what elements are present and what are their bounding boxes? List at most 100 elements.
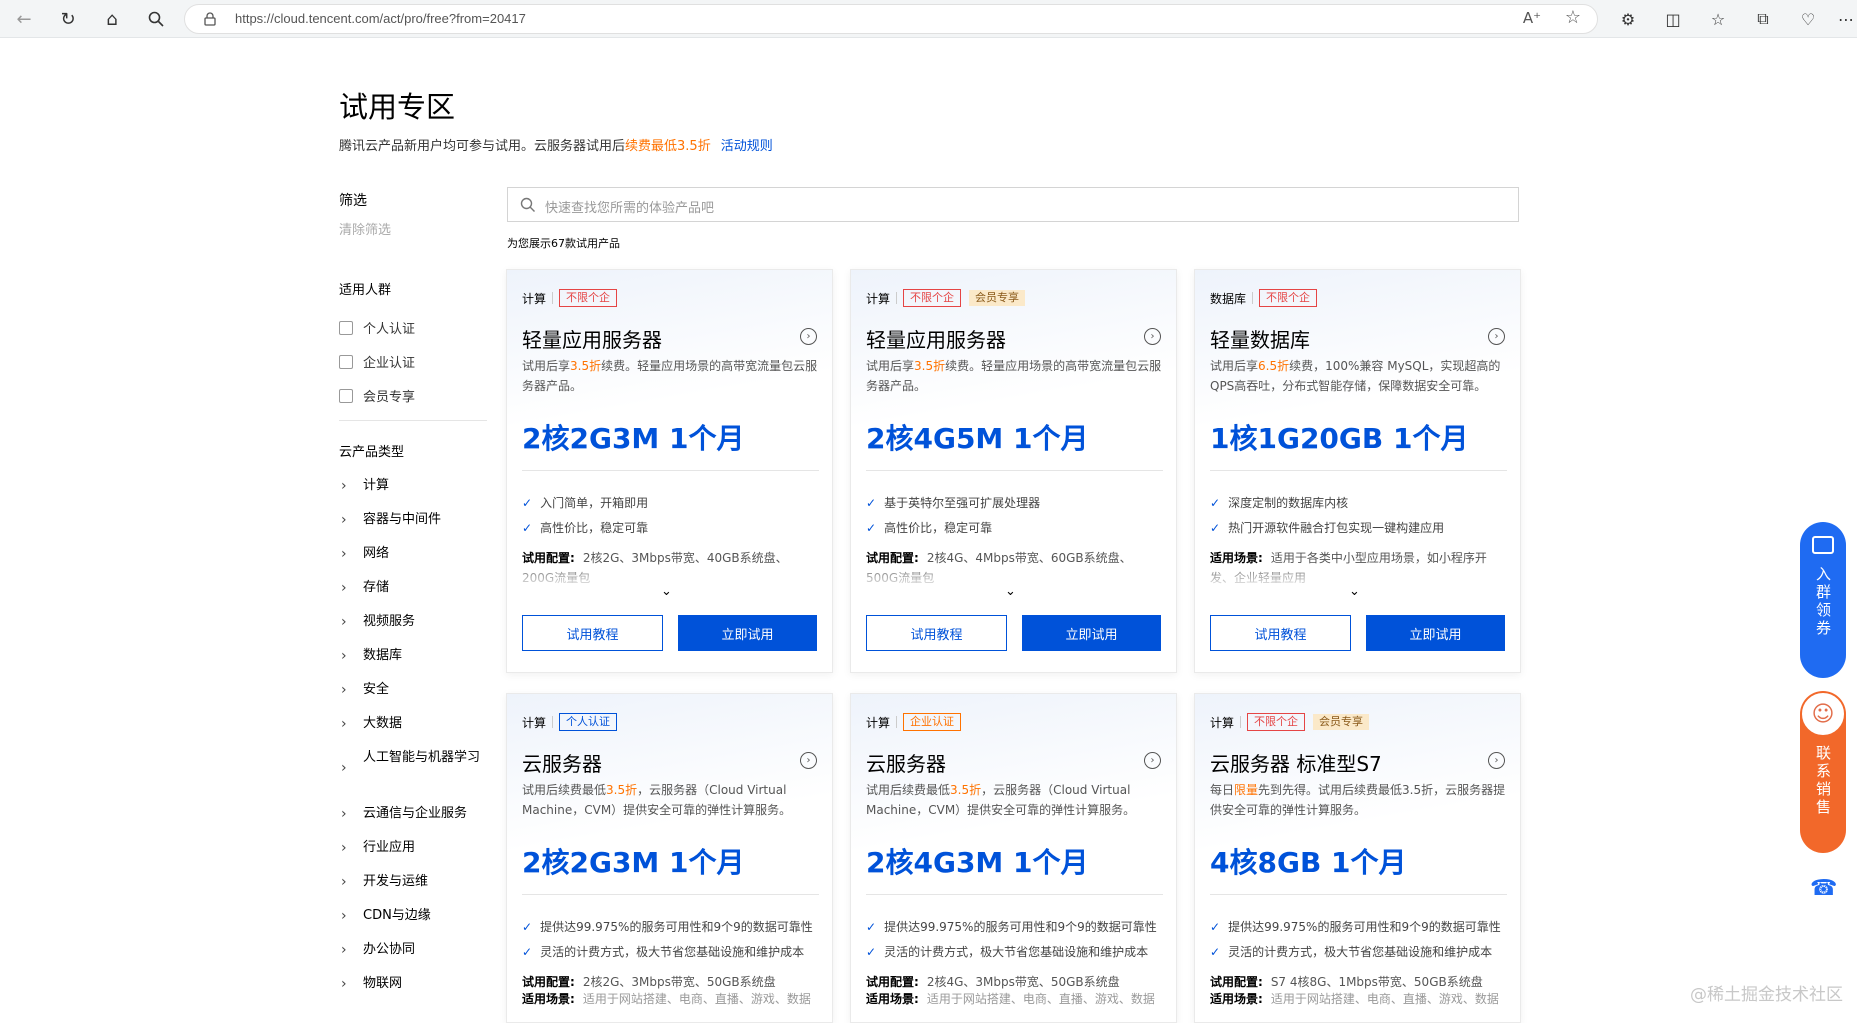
tag-badge: 不限个企 — [1259, 289, 1318, 307]
product-card[interactable]: 计算 不限个企 会员专享 云服务器 标准型S7 › 每日限量先到先得。试用后续费… — [1194, 693, 1521, 1023]
rules-link[interactable]: 活动规则 — [721, 139, 773, 154]
home-icon[interactable]: ⌂ — [99, 6, 125, 32]
watermark: @稀土掘金技术社区 — [1690, 985, 1843, 1005]
feature-item: ✓ 灵活的计费方式，极大节省您基础设施和维护成本 — [522, 944, 805, 960]
product-search-input[interactable]: 快速查找您所需的体验产品吧 — [507, 187, 1519, 222]
favorites-icon[interactable]: ☆ — [1707, 8, 1729, 30]
check-icon: ✓ — [866, 919, 877, 934]
product-card[interactable]: 计算 不限个企 轻量应用服务器 › 试用后享3.5折续费。轻量应用场景的高带宽流… — [506, 269, 833, 673]
category-item[interactable]: › 数据库 — [341, 646, 493, 666]
arrow-right-circle-icon[interactable]: › — [800, 328, 817, 345]
contact-sales-button[interactable]: ☺ 联系销售 — [1800, 691, 1846, 853]
checkbox-icon[interactable] — [339, 388, 353, 403]
chevron-down-icon[interactable]: ⌄ — [1349, 584, 1360, 599]
check-icon: ✓ — [522, 944, 533, 959]
check-icon: ✓ — [522, 520, 533, 535]
headset-icon[interactable]: ☎ — [1810, 876, 1837, 902]
feature-item: ✓ 灵活的计费方式，极大节省您基础设施和维护成本 — [1210, 944, 1493, 960]
category-item[interactable]: › 开发与运维 — [341, 872, 493, 892]
arrow-right-circle-icon[interactable]: › — [800, 752, 817, 769]
tag-badge: 不限个企 — [1247, 713, 1306, 731]
filter-divider — [339, 420, 487, 421]
card-tags: 计算 企业认证 — [866, 713, 969, 731]
audience-member-checkbox[interactable]: 会员专享 — [339, 386, 415, 405]
search-icon[interactable] — [143, 6, 169, 32]
product-name[interactable]: 云服务器 — [522, 748, 602, 777]
collections-icon[interactable]: ⧉ — [1752, 8, 1774, 30]
audience-personal-checkbox[interactable]: 个人认证 — [339, 318, 415, 337]
category-item[interactable]: › 行业应用 — [341, 838, 493, 858]
tutorial-button[interactable]: 试用教程 — [866, 615, 1007, 651]
category-item[interactable]: › CDN与边缘 — [341, 906, 493, 926]
chevron-right-icon: › — [341, 580, 347, 596]
category-item[interactable]: › 网络 — [341, 544, 493, 564]
category-item[interactable]: › 视频服务 — [341, 612, 493, 632]
category-item[interactable]: › 容器与中间件 — [341, 510, 493, 530]
try-now-button[interactable]: 立即试用 — [1366, 615, 1505, 651]
product-description: 试用后续费最低3.5折，云服务器（Cloud Virtual Machine，C… — [522, 783, 792, 817]
product-name[interactable]: 云服务器 — [866, 748, 946, 777]
back-icon[interactable]: ← — [11, 6, 37, 32]
address-bar[interactable]: https://cloud.tencent.com/act/pro/free?f… — [184, 4, 1598, 34]
feature-item: ✓ 深度定制的数据库内核 — [1210, 495, 1349, 511]
join-group-coupon-button[interactable]: 入群领券 — [1800, 522, 1846, 678]
product-name[interactable]: 轻量应用服务器 — [522, 324, 662, 353]
feature-item: ✓ 基于英特尔至强可扩展处理器 — [866, 495, 1041, 511]
tutorial-button[interactable]: 试用教程 — [1210, 615, 1351, 651]
checkbox-icon[interactable] — [339, 354, 353, 369]
refresh-icon[interactable]: ↻ — [55, 6, 81, 32]
browser-toolbar: ← ↻ ⌂ https://cloud.tencent.com/act/pro/… — [0, 0, 1857, 38]
chevron-right-icon: › — [341, 546, 347, 562]
chevron-right-icon: › — [341, 976, 347, 992]
feature-item: ✓ 提供达99.975%的服务可用性和9个9的数据可靠性 — [866, 919, 1157, 935]
arrow-right-circle-icon[interactable]: › — [1144, 328, 1161, 345]
try-now-button[interactable]: 立即试用 — [678, 615, 817, 651]
category-item[interactable]: › 计算 — [341, 476, 493, 496]
product-name[interactable]: 轻量数据库 — [1210, 324, 1310, 353]
arrow-right-circle-icon[interactable]: › — [1488, 328, 1505, 345]
category-item[interactable]: › 物联网 — [341, 974, 493, 994]
read-aloud-icon[interactable]: A⁺ — [1523, 9, 1541, 27]
arrow-right-circle-icon[interactable]: › — [1144, 752, 1161, 769]
category-item[interactable]: › 办公协同 — [341, 940, 493, 960]
product-spec: 2核4G5M 1个月 — [866, 422, 1089, 455]
check-icon: ✓ — [1210, 495, 1221, 510]
tag-badge: 不限个企 — [903, 289, 962, 307]
category-item[interactable]: › 安全 — [341, 680, 493, 700]
chevron-down-icon[interactable]: ⌄ — [1005, 584, 1016, 599]
try-now-button[interactable]: 立即试用 — [1022, 615, 1161, 651]
search-icon — [520, 197, 535, 212]
filter-title: 筛选 — [339, 193, 367, 209]
category-item[interactable]: › 云通信与企业服务 — [341, 804, 493, 824]
browser-essentials-icon[interactable]: ♡ — [1797, 8, 1819, 30]
feature-item: ✓ 提供达99.975%的服务可用性和9个9的数据可靠性 — [1210, 919, 1501, 935]
audience-enterprise-checkbox[interactable]: 企业认证 — [339, 352, 415, 371]
clear-filter-link[interactable]: 清除筛选 — [339, 219, 391, 238]
product-card[interactable]: 计算 企业认证 云服务器 › 试用后续费最低3.5折，云服务器（Cloud Vi… — [850, 693, 1177, 1023]
extensions-icon[interactable]: ⚙ — [1617, 8, 1639, 30]
product-description: 试用后享3.5折续费。轻量应用场景的高带宽流量包云服务器产品。 — [522, 359, 818, 393]
checkbox-icon[interactable] — [339, 320, 353, 335]
split-screen-icon[interactable]: ◫ — [1662, 8, 1684, 30]
product-name[interactable]: 云服务器 标准型S7 — [1210, 748, 1382, 777]
tutorial-button[interactable]: 试用教程 — [522, 615, 663, 651]
chevron-down-icon[interactable]: ⌄ — [661, 584, 672, 599]
product-name[interactable]: 轻量应用服务器 — [866, 324, 1006, 353]
url-text: https://cloud.tencent.com/act/pro/free?f… — [235, 11, 526, 26]
favorite-star-icon[interactable]: ☆ — [1565, 7, 1581, 28]
page-title: 试用专区 — [339, 90, 456, 124]
product-spec: 2核4G3M 1个月 — [866, 846, 1089, 879]
feature-item: ✓ 热门开源软件融合打包实现一键构建应用 — [1210, 520, 1445, 536]
category-item[interactable]: › 人工智能与机器学习 — [341, 748, 493, 778]
product-card[interactable]: 计算 不限个企 会员专享 轻量应用服务器 › 试用后享3.5折续费。轻量应用场景… — [850, 269, 1177, 673]
check-icon: ✓ — [1210, 520, 1221, 535]
arrow-right-circle-icon[interactable]: › — [1488, 752, 1505, 769]
product-card[interactable]: 计算 个人认证 云服务器 › 试用后续费最低3.5折，云服务器（Cloud Vi… — [506, 693, 833, 1023]
product-description: 试用后续费最低3.5折，云服务器（Cloud Virtual Machine，C… — [866, 783, 1136, 817]
category-item[interactable]: › 大数据 — [341, 714, 493, 734]
product-card[interactable]: 数据库 不限个企 轻量数据库 › 试用后享6.5折续费，100%兼容 MySQL… — [1194, 269, 1521, 673]
category-item[interactable]: › 存储 — [341, 578, 493, 598]
check-icon: ✓ — [522, 495, 533, 510]
chevron-right-icon: › — [341, 874, 347, 890]
more-menu-icon[interactable]: ⋯ — [1835, 8, 1857, 30]
